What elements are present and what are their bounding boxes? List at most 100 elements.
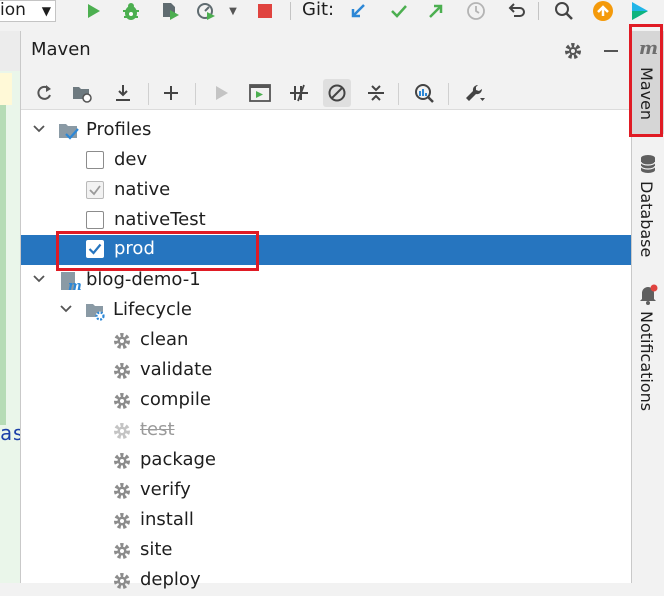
gutter-scrollbar[interactable]: [0, 105, 6, 425]
tool-window-button-database[interactable]: Database: [632, 151, 664, 281]
chevron-down-icon[interactable]: [31, 121, 47, 137]
panel-title: Maven: [31, 39, 91, 60]
tool-window-label: Maven: [637, 67, 656, 121]
profile-icon[interactable]: [194, 0, 218, 22]
tree-label: blog-demo-1: [86, 269, 201, 290]
right-tool-window-bar: m Maven Database Notifications: [631, 31, 664, 583]
profile-row-nativetest[interactable]: nativeTest: [21, 206, 631, 236]
gear-icon: [114, 513, 130, 529]
debug-icon[interactable]: [119, 0, 143, 22]
checkmark-icon: [89, 185, 101, 196]
tree-label: Profiles: [86, 119, 152, 140]
chevron-down-icon[interactable]: [31, 271, 47, 287]
update-icon[interactable]: [590, 0, 616, 22]
minimize-icon[interactable]: [599, 39, 623, 63]
lifecycle-goal-clean[interactable]: clean: [21, 326, 631, 356]
svg-text:m: m: [639, 38, 658, 59]
goal-label: package: [140, 449, 216, 470]
goal-label: compile: [140, 389, 211, 410]
goal-label: validate: [140, 359, 213, 380]
stop-icon[interactable]: [255, 0, 275, 22]
history-icon[interactable]: [464, 0, 488, 22]
gear-icon: [114, 483, 130, 499]
profile-label: nativeTest: [114, 209, 206, 230]
lifecycle-goal-site[interactable]: site: [21, 536, 631, 566]
gear-icon: [114, 543, 130, 559]
profiles-folder-icon: [59, 124, 79, 140]
reload-icon[interactable]: [30, 79, 58, 107]
bell-icon: [640, 284, 658, 305]
maven-tool-window: Maven Profiles dev native nativeTest pro…: [21, 31, 631, 590]
settings-wrench-icon[interactable]: [461, 79, 489, 107]
run-icon[interactable]: [83, 0, 103, 22]
gear-icon: [114, 393, 130, 409]
editor-gutter: as: [0, 31, 21, 583]
profile-checkbox[interactable]: [86, 181, 104, 199]
git-label: Git:: [302, 0, 335, 20]
goal-label: verify: [140, 479, 191, 500]
toggle-offline-icon[interactable]: [285, 79, 313, 107]
lifecycle-goal-install[interactable]: install: [21, 506, 631, 536]
lifecycle-goal-compile[interactable]: compile: [21, 386, 631, 416]
profile-row-native[interactable]: native: [21, 176, 631, 206]
run-configuration-select[interactable]: ion ▼: [0, 0, 56, 22]
maven-icon: m: [639, 38, 658, 59]
tool-window-button-notifications[interactable]: Notifications: [632, 281, 664, 411]
profile-label: native: [114, 179, 171, 200]
analyze-dependencies-icon[interactable]: [410, 79, 438, 107]
gear-icon[interactable]: [561, 39, 585, 63]
git-push-icon[interactable]: [425, 0, 447, 22]
chevron-down-icon[interactable]: ▼: [226, 0, 240, 22]
tree-node-profiles[interactable]: Profiles: [21, 116, 631, 146]
profile-checkbox[interactable]: [86, 240, 104, 258]
lifecycle-folder-icon: [86, 304, 105, 321]
execute-goal-icon[interactable]: [246, 79, 274, 107]
main-toolbar: ion ▼ ▼ Git:: [0, 0, 664, 32]
git-update-icon[interactable]: [347, 0, 369, 22]
lifecycle-goal-deploy[interactable]: deploy: [21, 566, 631, 596]
run-configuration-label: ion: [0, 0, 26, 20]
editor-code-snippet: as: [0, 421, 20, 445]
goal-label: site: [140, 539, 173, 560]
coverage-icon[interactable]: [158, 0, 182, 22]
goal-label: test: [140, 419, 175, 440]
gear-icon: [114, 423, 130, 439]
tree-node-lifecycle[interactable]: Lifecycle: [21, 296, 631, 326]
search-icon[interactable]: [552, 0, 576, 22]
gear-icon: [114, 333, 130, 349]
profile-checkbox[interactable]: [86, 151, 104, 169]
add-icon[interactable]: [157, 79, 185, 107]
lifecycle-goal-package[interactable]: package: [21, 446, 631, 476]
tool-window-button-maven[interactable]: m Maven: [632, 31, 664, 134]
collapse-all-icon[interactable]: [362, 79, 390, 107]
git-commit-icon[interactable]: [388, 0, 410, 22]
checkmark-icon: [88, 243, 102, 255]
generate-sources-icon[interactable]: [68, 79, 96, 107]
gutter-top: [0, 31, 20, 71]
profile-row-prod[interactable]: prod: [21, 235, 631, 265]
panel-header: Maven: [21, 31, 631, 71]
rollback-icon[interactable]: [504, 0, 528, 22]
goal-label: clean: [140, 329, 189, 350]
chevron-down-icon[interactable]: [58, 301, 74, 317]
run-icon[interactable]: [207, 79, 235, 107]
tree-node-project[interactable]: m blog-demo-1: [21, 266, 631, 296]
gutter-warning-stripe: [0, 73, 12, 105]
goal-label: deploy: [140, 569, 201, 590]
gear-icon: [114, 363, 130, 379]
gear-icon: [114, 573, 130, 589]
lifecycle-goal-validate[interactable]: validate: [21, 356, 631, 386]
profile-label: prod: [114, 238, 155, 259]
profile-row-dev[interactable]: dev: [21, 146, 631, 176]
download-icon[interactable]: [109, 79, 137, 107]
tree-label: Lifecycle: [113, 299, 192, 320]
skip-tests-icon[interactable]: [323, 79, 351, 107]
toolbox-icon[interactable]: [626, 0, 652, 22]
tool-window-label: Notifications: [637, 311, 656, 412]
lifecycle-goal-verify[interactable]: verify: [21, 476, 631, 506]
profile-checkbox[interactable]: [86, 211, 104, 229]
database-icon: [640, 155, 656, 173]
lifecycle-goal-test[interactable]: test: [21, 416, 631, 446]
goal-label: install: [140, 509, 194, 530]
gear-icon: [114, 453, 130, 469]
